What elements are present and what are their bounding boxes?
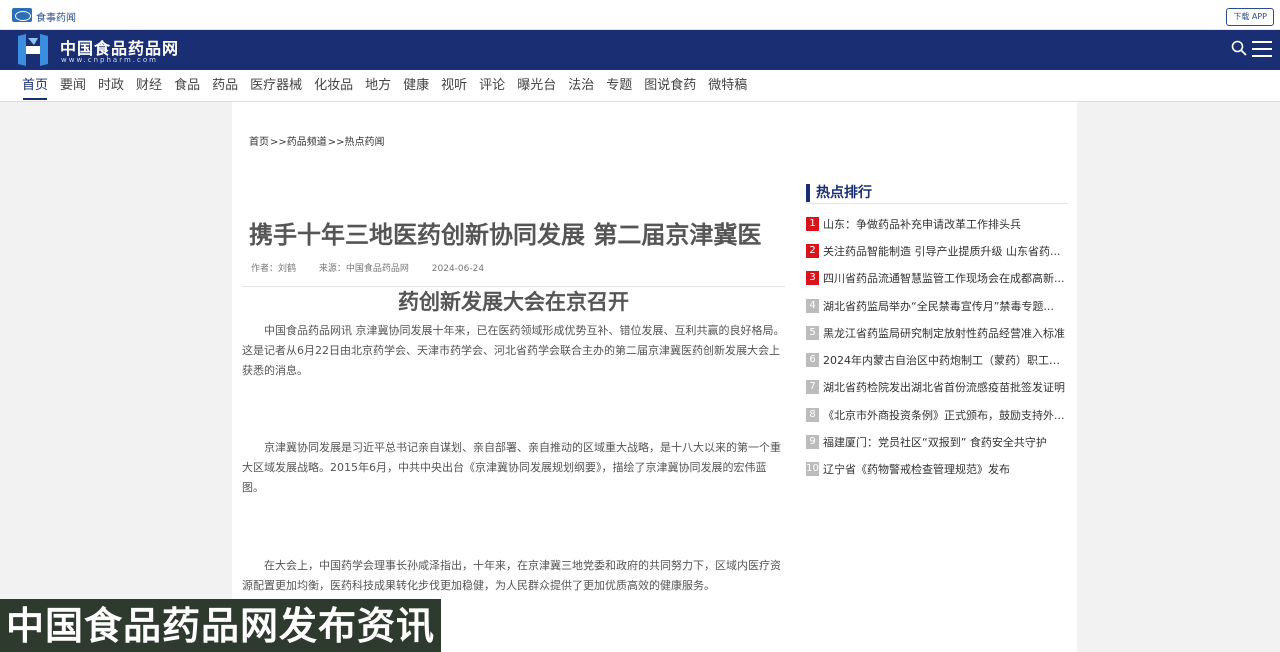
- watermark-banner: 中国食品药品网发布资讯: [0, 599, 441, 652]
- rank-number-badge: 3: [806, 271, 819, 286]
- brand-bar: 中国食品药品网 www.cnpharm.com: [0, 30, 1280, 70]
- nav-item[interactable]: 地方: [361, 70, 399, 102]
- nav-item[interactable]: 食品: [170, 70, 208, 102]
- nav-item[interactable]: 时政: [94, 70, 132, 102]
- nav-item[interactable]: 财经: [132, 70, 170, 102]
- nav-item[interactable]: 微特稿: [704, 70, 755, 102]
- site-mini-logo-icon[interactable]: [12, 8, 32, 22]
- hot-ranking-item[interactable]: 8 《北京市外商投资条例》正式颁布，鼓励支持外...: [806, 401, 1068, 428]
- rank-number-badge: 5: [806, 325, 819, 340]
- hot-ranking-link[interactable]: 《北京市外商投资条例》正式颁布，鼓励支持外...: [823, 407, 1068, 423]
- nav-item[interactable]: 医疗器械: [246, 70, 310, 102]
- breadcrumb: 首页>>药品频道>>热点药闻: [249, 133, 386, 148]
- top-bar: 食事药闻 下载 APP: [0, 0, 1280, 30]
- rank-number-badge: 2: [806, 243, 819, 258]
- nav-item[interactable]: 健康: [399, 70, 437, 102]
- hot-ranking-item[interactable]: 2 关注药品智能制造 引导产业提质升级 山东省药...: [806, 237, 1068, 264]
- nav-item[interactable]: 化妆品: [310, 70, 361, 102]
- hot-ranking-item[interactable]: 1 山东：争做药品补充申请改革工作排头兵: [806, 210, 1068, 237]
- hot-ranking-link[interactable]: 辽宁省《药物警戒检查管理规范》发布: [823, 461, 1068, 477]
- hot-ranking-item[interactable]: 4 湖北省药监局举办“全民禁毒宣传月”禁毒专题...: [806, 292, 1068, 319]
- hot-ranking-item[interactable]: 6 2024年内蒙古自治区中药炮制工（蒙药）职工职...: [806, 346, 1068, 373]
- breadcrumb-channel[interactable]: >>药品频道: [270, 137, 327, 148]
- search-icon[interactable]: [1231, 40, 1247, 56]
- nav-item[interactable]: 图说食药: [640, 70, 704, 102]
- rank-number-badge: 9: [806, 435, 819, 450]
- hot-ranking-link[interactable]: 湖北省药检院发出湖北省首份流感疫苗批签发证明: [823, 379, 1068, 395]
- hot-ranking-link[interactable]: 2024年内蒙古自治区中药炮制工（蒙药）职工职...: [823, 352, 1068, 368]
- nav-item[interactable]: 评论: [475, 70, 513, 102]
- article-paragraph: 在大会上，中国药学会理事长孙咸泽指出，十年来，在京津冀三地党委和政府的共同努力下…: [242, 559, 781, 592]
- hot-ranking-item[interactable]: 3 四川省药品流通智慧监管工作现场会在成都高新...: [806, 265, 1068, 292]
- article-paragraph: 中国食品药品网讯 京津冀协同发展十年来，已在医药领域形成优势互补、错位发展、互利…: [242, 324, 785, 377]
- download-app-button[interactable]: 下载 APP: [1226, 8, 1274, 26]
- rank-number-badge: 6: [806, 353, 819, 368]
- divider: [806, 203, 1068, 204]
- content-card: 首页>>药品频道>>热点药闻 携手十年三地医药创新协同发展 第二届京津冀医 作者…: [232, 102, 1077, 652]
- hot-ranking-item[interactable]: 5 黑龙江省药监局研究制定放射性药品经营准入标准: [806, 319, 1068, 346]
- article-title-line2: 药创新发展大会在京召开: [398, 290, 629, 314]
- nav-item[interactable]: 首页: [18, 70, 56, 102]
- breadcrumb-section[interactable]: >>热点药闻: [328, 137, 385, 148]
- brand-logo-icon[interactable]: [14, 32, 52, 68]
- rank-number-badge: 8: [806, 407, 819, 422]
- nav-item[interactable]: 曝光台: [513, 70, 564, 102]
- article-source: 来源：中国食品药品网: [318, 264, 409, 274]
- hot-ranking-link[interactable]: 福建厦门：党员社区“双报到” 食药安全共守护: [823, 434, 1068, 450]
- article-paragraph: 京津冀协同发展是习近平总书记亲自谋划、亲自部署、亲自推动的区域重大战略，是十八大…: [242, 441, 781, 494]
- rank-number-badge: 10: [806, 462, 819, 477]
- hot-ranking-link[interactable]: 山东：争做药品补充申请改革工作排头兵: [823, 216, 1068, 232]
- nav-item[interactable]: 专题: [602, 70, 640, 102]
- menu-icon[interactable]: [1252, 41, 1272, 57]
- nav-item[interactable]: 要闻: [56, 70, 94, 102]
- article-title-line1: 携手十年三地医药创新协同发展 第二届京津冀医: [249, 221, 762, 249]
- hot-ranking-item[interactable]: 9 福建厦门：党员社区“双报到” 食药安全共守护: [806, 428, 1068, 455]
- hot-ranking-link[interactable]: 四川省药品流通智慧监管工作现场会在成都高新...: [823, 270, 1068, 286]
- hot-ranking-link[interactable]: 关注药品智能制造 引导产业提质升级 山东省药...: [823, 243, 1068, 259]
- article-author: 作者：刘鹤: [251, 264, 297, 274]
- hot-ranking-item[interactable]: 10 辽宁省《药物警戒检查管理规范》发布: [806, 456, 1068, 483]
- main-nav: 首页 要闻 时政 财经 食品 药品 医疗器械 化妆品 地方 健康 视听 评论 曝光台 法治 专题 图说食药 微特…: [0, 70, 1280, 102]
- hot-ranking-list: 1 山东：争做药品补充申请改革工作排头兵 2 关注药品智能制造 引导产业提质升级 山东…: [806, 210, 1068, 483]
- hot-ranking-link[interactable]: 湖北省药监局举办“全民禁毒宣传月”禁毒专题...: [823, 298, 1068, 314]
- hot-ranking-link[interactable]: 黑龙江省药监局研究制定放射性药品经营准入标准: [823, 325, 1068, 341]
- breadcrumb-home[interactable]: 首页: [249, 137, 269, 148]
- article-date: 2024-06-24: [431, 264, 485, 274]
- rank-number-badge: 7: [806, 380, 819, 395]
- brand-url: www.cnpharm.com: [61, 56, 158, 64]
- site-label[interactable]: 食事药闻: [36, 9, 76, 24]
- nav-item[interactable]: 药品: [208, 70, 246, 102]
- hot-ranking-item[interactable]: 7 湖北省药检院发出湖北省首份流感疫苗批签发证明: [806, 374, 1068, 401]
- nav-item[interactable]: 法治: [564, 70, 602, 102]
- hot-ranking-title: 热点排行: [806, 184, 872, 202]
- rank-number-badge: 1: [806, 216, 819, 231]
- nav-item[interactable]: 视听: [437, 70, 475, 102]
- rank-number-badge: 4: [806, 298, 819, 313]
- article-meta: 作者：刘鹤 来源：中国食品药品网 2024-06-24: [251, 261, 504, 274]
